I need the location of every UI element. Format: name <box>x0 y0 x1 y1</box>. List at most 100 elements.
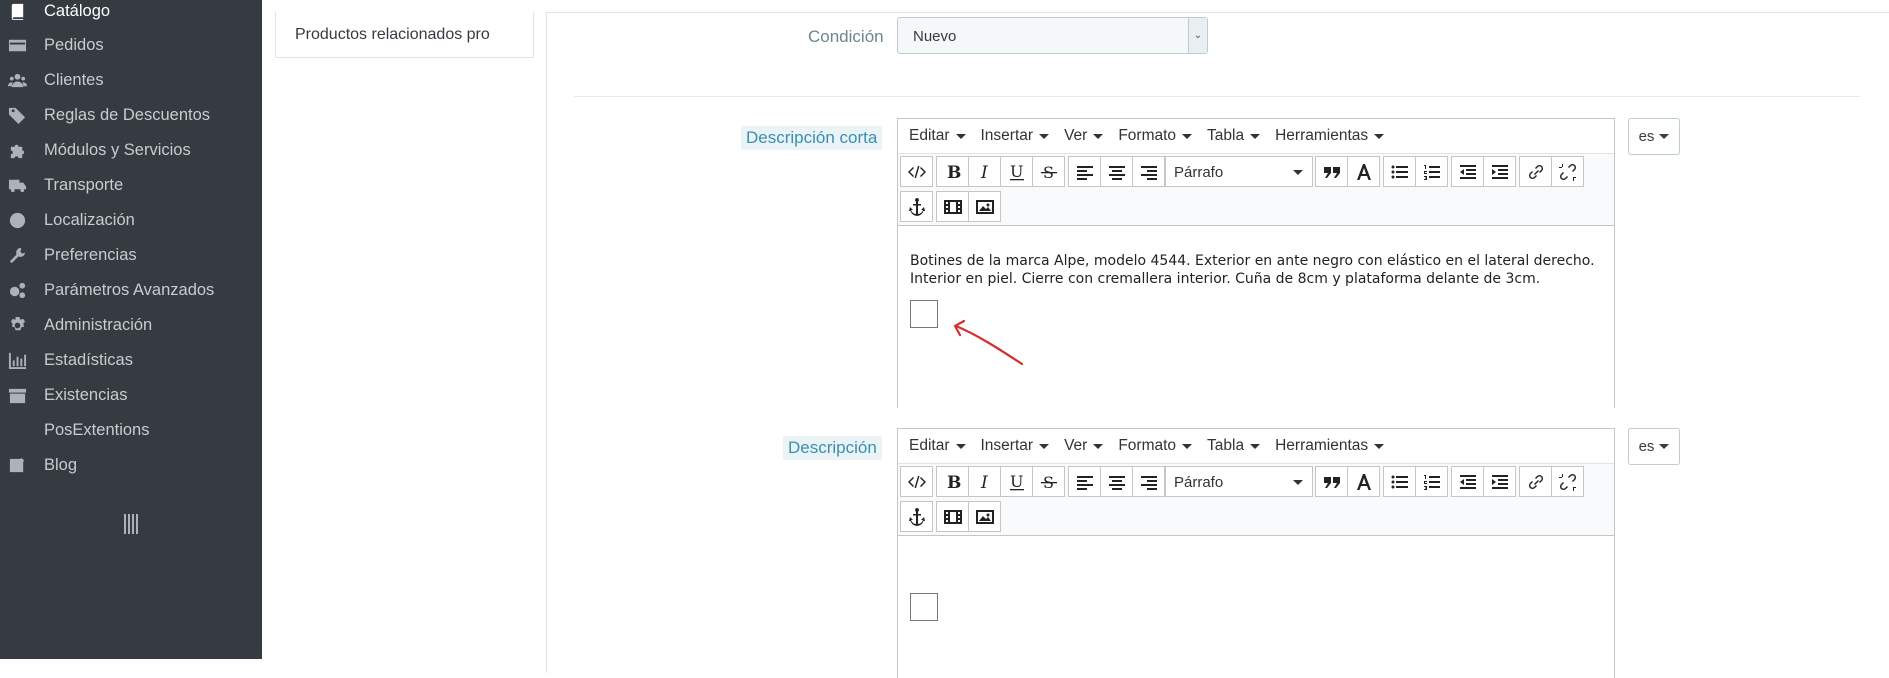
sidebar-item-label: PosExtentions <box>44 421 150 439</box>
svg-text:B: B <box>947 163 961 182</box>
italic-icon[interactable]: I <box>968 466 1001 497</box>
svg-text:U: U <box>1010 472 1023 491</box>
underline-icon[interactable]: U <box>1000 156 1033 187</box>
annotation-arrow <box>953 319 1024 366</box>
align-right-icon[interactable] <box>1132 466 1165 497</box>
sidebar-item-descuentos[interactable]: Reglas de Descuentos <box>0 98 262 133</box>
description-language-button[interactable]: es <box>1628 428 1680 465</box>
sidebar-item-parametros[interactable]: Parámetros Avanzados <box>0 273 262 308</box>
tab-productos-relacionados[interactable]: Productos relacionados pro <box>295 26 490 44</box>
menu-formato[interactable]: Formato <box>1118 437 1193 455</box>
menu-tabla[interactable]: Tabla <box>1207 437 1261 455</box>
svg-text:U: U <box>1010 162 1023 181</box>
blockquote-icon[interactable] <box>1315 156 1348 187</box>
description-content[interactable] <box>898 535 1614 678</box>
puzzle-icon <box>7 141 27 161</box>
menu-insertar[interactable]: Insertar <box>981 127 1050 145</box>
collapse-bars-icon[interactable] <box>124 514 140 534</box>
description-label[interactable]: Descripción <box>783 436 882 460</box>
indent-icon[interactable] <box>1483 156 1516 187</box>
svg-text:B: B <box>947 473 961 492</box>
sidebar-item-label: Preferencias <box>44 246 137 264</box>
menu-herramientas[interactable]: Herramientas <box>1275 437 1385 455</box>
media-icon[interactable] <box>936 191 969 222</box>
text-color-icon[interactable] <box>1347 466 1380 497</box>
numbered-list-icon[interactable] <box>1415 466 1448 497</box>
truck-icon <box>7 176 27 196</box>
credit-card-icon <box>7 36 27 56</box>
sidebar-item-administracion[interactable]: Administración <box>0 308 262 343</box>
align-left-icon[interactable] <box>1068 466 1101 497</box>
sidebar-item-localizacion[interactable]: Localización <box>0 203 262 238</box>
sidebar-item-estadisticas[interactable]: Estadísticas <box>0 343 262 378</box>
unlink-icon[interactable] <box>1551 156 1584 187</box>
menu-ver[interactable]: Ver <box>1064 437 1104 455</box>
menu-tabla[interactable]: Tabla <box>1207 127 1261 145</box>
sidebar-item-label: Estadísticas <box>44 351 133 369</box>
book-icon <box>7 2 27 22</box>
strikethrough-icon[interactable]: S <box>1032 156 1065 187</box>
sidebar-item-posextentions[interactable]: PosExtentions <box>0 413 262 448</box>
condition-select[interactable]: Nuevo ⌄ <box>897 17 1208 54</box>
menu-formato[interactable]: Formato <box>1118 127 1193 145</box>
bar-chart-icon <box>7 351 27 371</box>
sidebar-item-clientes[interactable]: Clientes <box>0 63 262 98</box>
short-description-language-button[interactable]: es <box>1628 118 1680 155</box>
anchor-icon[interactable] <box>900 191 933 222</box>
menu-editar[interactable]: Editar <box>909 437 966 455</box>
align-center-icon[interactable] <box>1100 156 1133 187</box>
short-description-content[interactable]: Botines de la marca Alpe, modelo 4544. E… <box>898 225 1614 408</box>
image-icon[interactable] <box>968 191 1001 222</box>
edit-icon <box>7 456 27 476</box>
sidebar-item-catalogo[interactable]: Catálogo <box>0 0 262 29</box>
divider <box>574 96 1860 97</box>
anchor-icon[interactable] <box>900 501 933 532</box>
sidebar-item-preferencias[interactable]: Preferencias <box>0 238 262 273</box>
sidebar-item-modulos[interactable]: Módulos y Servicios <box>0 133 262 168</box>
bold-icon[interactable]: B <box>936 466 969 497</box>
source-code-icon[interactable] <box>900 156 933 187</box>
empty-image-placeholder[interactable] <box>910 593 938 621</box>
menu-editar[interactable]: Editar <box>909 127 966 145</box>
blockquote-icon[interactable] <box>1315 466 1348 497</box>
users-icon <box>7 71 27 91</box>
editor-toolbar: B I U S Párrafo <box>898 153 1614 225</box>
short-description-label[interactable]: Descripción corta <box>741 126 883 150</box>
align-left-icon[interactable] <box>1068 156 1101 187</box>
wrench-icon <box>7 246 27 266</box>
block-format-select[interactable]: Párrafo <box>1165 466 1313 497</box>
sidebar-item-label: Localización <box>44 211 135 229</box>
link-icon[interactable] <box>1519 156 1552 187</box>
menu-ver[interactable]: Ver <box>1064 127 1104 145</box>
block-format-select[interactable]: Párrafo <box>1165 156 1313 187</box>
empty-image-placeholder[interactable] <box>910 300 938 328</box>
sidebar-item-pedidos[interactable]: Pedidos <box>0 28 262 63</box>
indent-icon[interactable] <box>1483 466 1516 497</box>
sidebar-item-blog[interactable]: Blog <box>0 448 262 483</box>
link-icon[interactable] <box>1519 466 1552 497</box>
sidebar-item-label: Módulos y Servicios <box>44 141 191 159</box>
condition-value: Nuevo <box>913 28 957 45</box>
bullet-list-icon[interactable] <box>1383 156 1416 187</box>
sidebar-item-transporte[interactable]: Transporte <box>0 168 262 203</box>
text-color-icon[interactable] <box>1347 156 1380 187</box>
media-icon[interactable] <box>936 501 969 532</box>
outdent-icon[interactable] <box>1451 156 1484 187</box>
bold-icon[interactable]: B <box>936 156 969 187</box>
italic-icon[interactable]: I <box>968 156 1001 187</box>
numbered-list-icon[interactable] <box>1415 156 1448 187</box>
bullet-list-icon[interactable] <box>1383 466 1416 497</box>
menu-herramientas[interactable]: Herramientas <box>1275 127 1385 145</box>
align-right-icon[interactable] <box>1132 156 1165 187</box>
unlink-icon[interactable] <box>1551 466 1584 497</box>
underline-icon[interactable]: U <box>1000 466 1033 497</box>
editor-menubar: Editar Insertar Ver Formato Tabla Herram… <box>898 429 1614 463</box>
strikethrough-icon[interactable]: S <box>1032 466 1065 497</box>
menu-insertar[interactable]: Insertar <box>981 437 1050 455</box>
sidebar-item-existencias[interactable]: Existencias <box>0 378 262 413</box>
align-center-icon[interactable] <box>1100 466 1133 497</box>
outdent-icon[interactable] <box>1451 466 1484 497</box>
globe-icon <box>7 211 27 231</box>
source-code-icon[interactable] <box>900 466 933 497</box>
image-icon[interactable] <box>968 501 1001 532</box>
